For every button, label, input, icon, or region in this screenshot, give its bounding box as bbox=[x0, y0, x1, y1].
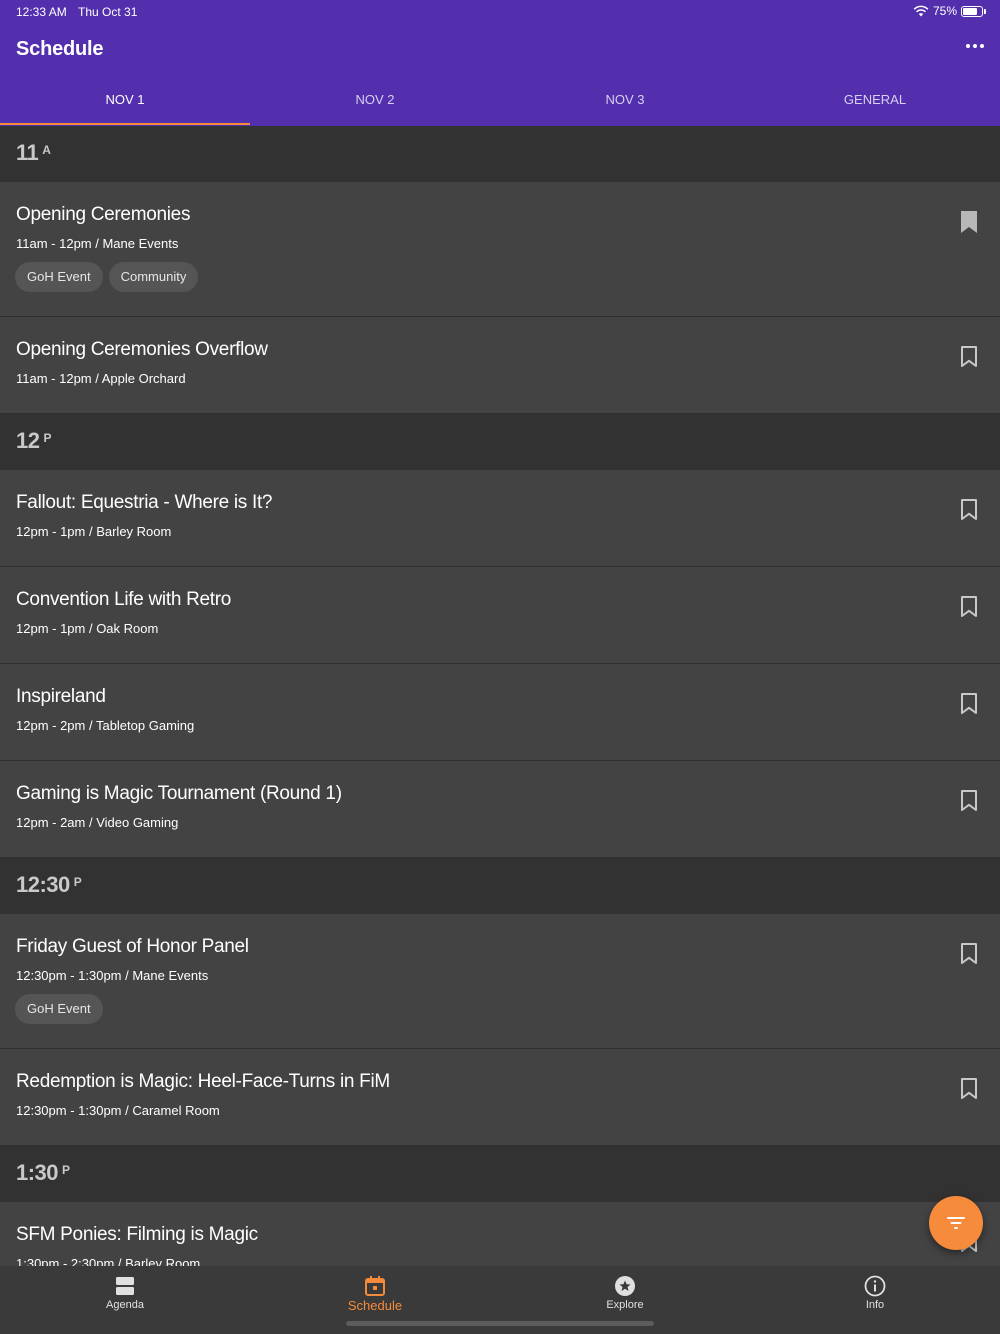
event-tags: GoH Event Community bbox=[15, 262, 199, 292]
event-time-location: 12pm - 1pm / Oak Room bbox=[16, 621, 159, 636]
battery-percent: 75% bbox=[932, 4, 957, 18]
tab-nov-1[interactable]: NOV 1 bbox=[0, 80, 250, 126]
event-tag-chip[interactable]: GoH Event bbox=[15, 994, 103, 1024]
battery-icon bbox=[961, 5, 983, 17]
status-bar: 12:33 AM Thu Oct 31 bbox=[16, 5, 137, 19]
bookmark-icon[interactable] bbox=[960, 789, 978, 813]
event-row[interactable]: Convention Life with Retro 12pm - 1pm / O… bbox=[0, 567, 1000, 664]
section-time-suffix: P bbox=[73, 875, 82, 889]
event-title: Inspireland bbox=[16, 686, 106, 707]
time-section-header: 12 P bbox=[0, 414, 1000, 470]
status-time: 12:33 AM bbox=[16, 5, 67, 19]
section-time-label: 11 A bbox=[16, 140, 51, 166]
tab-nov-3[interactable]: NOV 3 bbox=[500, 80, 750, 126]
schedule-list[interactable]: 11 A Opening Ceremonies 11am - 12pm / Mane … bbox=[0, 126, 1000, 1266]
event-tags: GoH Event bbox=[15, 994, 103, 1024]
event-tag-chip[interactable]: Community bbox=[108, 262, 199, 292]
home-indicator[interactable] bbox=[346, 1321, 654, 1326]
event-row[interactable]: Opening Ceremonies Overflow 11am - 12pm /… bbox=[0, 317, 1000, 414]
event-title: SFM Ponies: Filming is Magic bbox=[16, 1224, 258, 1245]
event-title: Opening Ceremonies Overflow bbox=[16, 339, 268, 360]
tab-general[interactable]: GENERAL bbox=[750, 80, 1000, 126]
event-row[interactable]: Fallout: Equestria - Where is It? 12pm - … bbox=[0, 470, 1000, 567]
nav-agenda[interactable]: Agenda bbox=[0, 1266, 250, 1334]
bookmark-icon[interactable] bbox=[960, 942, 978, 966]
filter-button[interactable] bbox=[929, 1196, 983, 1250]
time-section-header: 11 A bbox=[0, 126, 1000, 182]
star-circle-icon bbox=[613, 1274, 637, 1298]
event-row[interactable]: SFM Ponies: Filming is Magic 1:30pm - 2:3… bbox=[0, 1202, 1000, 1266]
page-title: Schedule bbox=[16, 38, 104, 60]
bookmark-icon[interactable] bbox=[960, 692, 978, 716]
calendar-icon bbox=[363, 1274, 387, 1298]
event-title: Opening Ceremonies bbox=[16, 204, 191, 225]
bookmark-icon[interactable] bbox=[960, 595, 978, 619]
section-time: 1:30 bbox=[16, 1160, 59, 1185]
event-time-location: 12:30pm - 1:30pm / Mane Events bbox=[16, 968, 209, 983]
info-icon bbox=[863, 1274, 887, 1298]
bookmark-icon[interactable] bbox=[960, 498, 978, 522]
section-time-suffix: P bbox=[62, 1163, 70, 1177]
event-row[interactable]: Inspireland 12pm - 2pm / Tabletop Gaming bbox=[0, 664, 1000, 761]
bookmark-icon[interactable] bbox=[960, 345, 978, 369]
more-horizontal-icon[interactable] bbox=[966, 44, 984, 48]
agenda-icon bbox=[113, 1274, 137, 1298]
status-date: Thu Oct 31 bbox=[78, 5, 138, 19]
section-time-suffix: P bbox=[43, 431, 51, 445]
event-title: Redemption is Magic: Heel-Face-Turns in … bbox=[16, 1071, 390, 1092]
event-row[interactable]: Gaming is Magic Tournament (Round 1) 12pm… bbox=[0, 761, 1000, 858]
status-indicators: 75% bbox=[913, 4, 986, 18]
section-time-label: 12:30 P bbox=[16, 872, 82, 898]
tab-nov-2[interactable]: NOV 2 bbox=[250, 80, 500, 126]
bookmark-filled-icon[interactable] bbox=[960, 210, 978, 234]
event-tag-chip[interactable]: GoH Event bbox=[15, 262, 103, 292]
event-title: Friday Guest of Honor Panel bbox=[16, 936, 249, 957]
bookmark-icon[interactable] bbox=[960, 1077, 978, 1101]
section-time: 12:30 bbox=[16, 872, 70, 897]
section-time-label: 1:30 P bbox=[16, 1160, 70, 1186]
event-row[interactable]: Redemption is Magic: Heel-Face-Turns in … bbox=[0, 1049, 1000, 1146]
date-tabs: NOV 1 NOV 2 NOV 3 GENERAL bbox=[0, 80, 1000, 126]
filter-icon bbox=[947, 1217, 965, 1229]
section-time: 12 bbox=[16, 428, 40, 453]
section-time-suffix: A bbox=[42, 143, 51, 157]
nav-label: Explore bbox=[606, 1299, 644, 1311]
nav-info[interactable]: Info bbox=[750, 1266, 1000, 1334]
event-title: Fallout: Equestria - Where is It? bbox=[16, 492, 273, 513]
event-time-location: 12pm - 1pm / Barley Room bbox=[16, 524, 172, 539]
event-time-location: 12pm - 2am / Video Gaming bbox=[16, 815, 179, 830]
time-section-header: 1:30 P bbox=[0, 1146, 1000, 1202]
nav-label: Agenda bbox=[106, 1299, 144, 1311]
event-time-location: 1:30pm - 2:30pm / Barley Room bbox=[16, 1256, 201, 1266]
event-title: Convention Life with Retro bbox=[16, 589, 232, 610]
nav-label: Info bbox=[865, 1299, 885, 1311]
time-section-header: 12:30 P bbox=[0, 858, 1000, 914]
event-time-location: 12:30pm - 1:30pm / Caramel Room bbox=[16, 1103, 220, 1118]
event-title: Gaming is Magic Tournament (Round 1) bbox=[16, 783, 342, 804]
nav-label: Schedule bbox=[347, 1298, 403, 1313]
section-time-label: 12 P bbox=[16, 428, 51, 454]
wifi-icon bbox=[913, 5, 929, 17]
event-time-location: 11am - 12pm / Apple Orchard bbox=[16, 371, 186, 386]
event-time-location: 11am - 12pm / Mane Events bbox=[16, 236, 179, 251]
event-time-location: 12pm - 2pm / Tabletop Gaming bbox=[16, 718, 195, 733]
event-row[interactable]: Friday Guest of Honor Panel 12:30pm - 1:3… bbox=[0, 914, 1000, 1049]
section-time: 11 bbox=[16, 140, 39, 165]
app-header: 12:33 AM Thu Oct 31 75% Schedule NOV 1 NO… bbox=[0, 0, 1000, 126]
event-row[interactable]: Opening Ceremonies 11am - 12pm / Mane Eve… bbox=[0, 182, 1000, 317]
